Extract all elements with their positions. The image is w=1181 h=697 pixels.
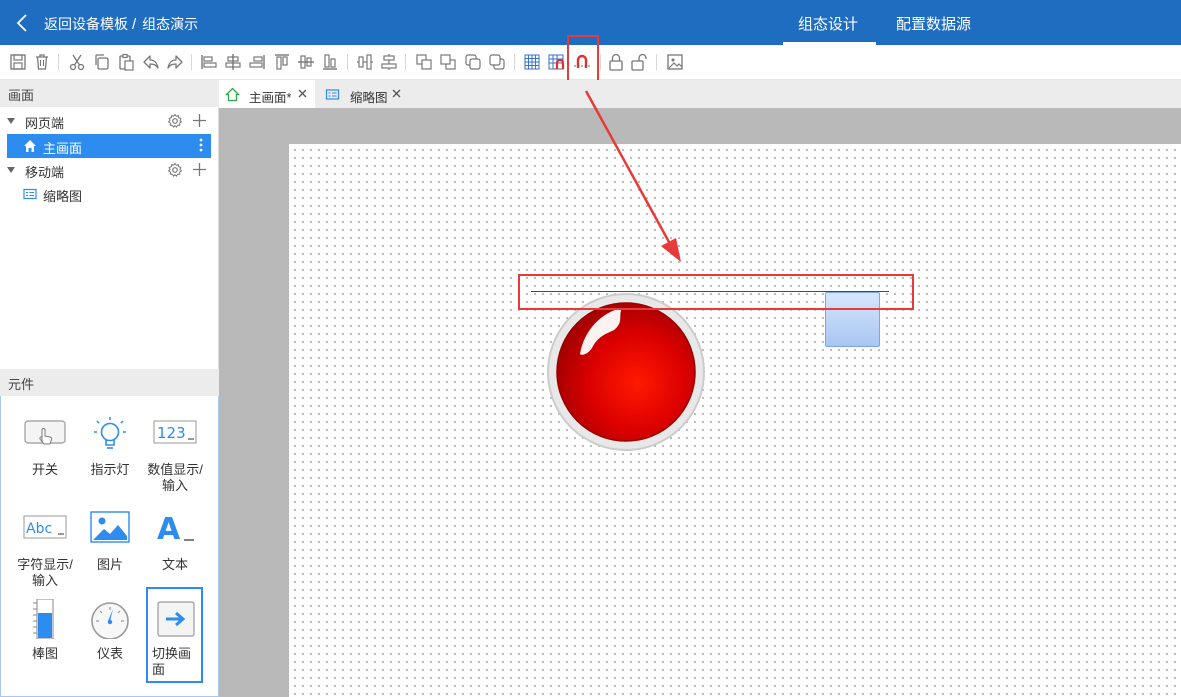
send-backward-icon[interactable] (488, 53, 506, 71)
component-label: 棒图 (31, 646, 58, 661)
paste-icon[interactable] (117, 53, 135, 71)
components-panel-title: 元件 (0, 369, 219, 396)
project-name: 组态演示 (142, 16, 199, 32)
tab-configure-datasource[interactable]: 配置数据源 (896, 13, 971, 34)
plus-icon[interactable] (192, 113, 207, 128)
component-label: 开关 (31, 462, 58, 477)
component-label: 切换画面 (152, 646, 192, 677)
svg-text:123: 123 (157, 424, 186, 442)
distribute-v-icon[interactable] (380, 53, 398, 71)
cut-icon[interactable] (68, 53, 86, 71)
align-top-icon[interactable] (273, 53, 291, 71)
tree-item-thumbnail[interactable]: 缩略图 (0, 182, 219, 206)
caret-down-icon[interactable] (7, 167, 15, 173)
bar-graph-icon (23, 599, 67, 639)
tree-group-label: 移动端 (25, 165, 65, 180)
plus-icon[interactable] (192, 162, 207, 177)
component-numeric-display[interactable]: 123 数值显示/输入 (144, 415, 206, 505)
gear-icon[interactable] (167, 162, 183, 178)
editor-tabs: 主画面* 缩略图 (219, 80, 1181, 108)
component-text-display[interactable]: Abc 字符显示/输入 (14, 510, 76, 600)
switch-screen-icon (154, 600, 198, 640)
tree-group-mobile[interactable]: 移动端 (0, 158, 219, 182)
component-picture[interactable]: 图片 (79, 510, 141, 600)
component-switch[interactable]: 开关 (14, 415, 76, 505)
align-left-icon[interactable] (200, 53, 218, 71)
save-icon[interactable] (9, 53, 27, 71)
bulb-icon (88, 415, 132, 455)
align-right-icon[interactable] (248, 53, 266, 71)
align-bottom-icon[interactable] (321, 53, 339, 71)
component-label: 仪表 (96, 646, 123, 661)
toolbar (0, 45, 1181, 80)
tree-item-label: 主画面 (43, 141, 83, 156)
text-icon: A (153, 510, 197, 550)
breadcrumb: 返回设备模板 / 组态演示 (44, 14, 198, 34)
tree-group-web[interactable]: 网页端 (0, 109, 219, 133)
send-back-icon[interactable] (439, 53, 457, 71)
component-label: 数值显示/输入 (147, 462, 203, 493)
gauge-icon (88, 599, 132, 639)
lock-icon[interactable] (607, 53, 625, 71)
snap-guide-icon[interactable] (573, 53, 591, 71)
component-gauge[interactable]: 仪表 (79, 599, 141, 689)
editor-tab-label: 缩略图 (350, 91, 388, 105)
picture-icon (88, 510, 132, 550)
component-label: 文本 (161, 557, 188, 572)
thumbnail-icon (23, 187, 37, 201)
breadcrumb-separator: / (132, 16, 137, 33)
back-chevron-icon[interactable] (14, 13, 32, 33)
tree-group-label: 网页端 (25, 116, 65, 131)
distribute-h-icon[interactable] (356, 53, 374, 71)
component-label: 字符显示/输入 (17, 557, 73, 588)
editor-tab-main-screen[interactable]: 主画面* (219, 80, 315, 108)
image-icon[interactable] (666, 53, 684, 71)
editor-tab-label: 主画面* (249, 91, 292, 105)
tab-configuration-design[interactable]: 组态设计 (798, 13, 858, 34)
align-center-h-icon[interactable] (224, 53, 242, 71)
svg-text:A: A (157, 512, 181, 547)
bring-front-icon[interactable] (415, 53, 433, 71)
close-icon[interactable] (297, 88, 308, 99)
left-panel: 画面 网页端 主画面 移动端 缩略图 元件 开关 指示灯 123 数值显示/输入… (0, 80, 219, 697)
home-icon (23, 139, 37, 153)
back-to-template-link[interactable]: 返回设备模板 (44, 16, 128, 32)
numeric-display-icon: 123 (153, 415, 197, 455)
grid-icon[interactable] (523, 53, 541, 71)
caret-down-icon[interactable] (7, 118, 15, 124)
gear-icon[interactable] (167, 113, 183, 129)
tree-item-main-screen[interactable]: 主画面 (7, 134, 211, 158)
home-icon (224, 87, 241, 102)
components-grid: 开关 指示灯 123 数值显示/输入 Abc 字符显示/输入 图片 A 文本 棒… (0, 396, 219, 697)
design-canvas[interactable] (289, 144, 1181, 697)
copy-icon[interactable] (93, 53, 111, 71)
close-icon[interactable] (391, 88, 402, 99)
component-label: 图片 (96, 557, 123, 572)
top-bar: 返回设备模板 / 组态演示 组态设计 配置数据源 (0, 0, 1181, 45)
component-bar-graph[interactable]: 棒图 (14, 599, 76, 689)
align-middle-v-icon[interactable] (297, 53, 315, 71)
undo-icon[interactable] (142, 53, 160, 71)
component-label: 指示灯 (90, 462, 130, 477)
redo-icon[interactable] (166, 53, 184, 71)
delete-icon[interactable] (33, 53, 51, 71)
thumbnail-icon (325, 87, 340, 102)
component-indicator-light[interactable]: 指示灯 (79, 415, 141, 505)
indicator-lamp-widget[interactable] (540, 292, 712, 452)
canvas-area (219, 108, 1181, 697)
switch-icon (23, 415, 67, 455)
unlock-icon[interactable] (630, 53, 648, 71)
alignment-guide-line (531, 291, 889, 292)
bring-forward-icon[interactable] (464, 53, 482, 71)
switch-screen-button-widget[interactable] (825, 292, 880, 347)
tree-item-label: 缩略图 (43, 189, 83, 204)
component-switch-screen[interactable]: 切换画面 (146, 587, 203, 683)
svg-text:Abc: Abc (26, 521, 52, 537)
more-vertical-icon[interactable] (197, 137, 205, 153)
screens-panel-title: 画面 (0, 80, 219, 107)
snap-grid-icon[interactable] (547, 53, 565, 71)
editor-tab-thumbnail[interactable]: 缩略图 (319, 80, 409, 108)
text-display-icon: Abc (23, 510, 67, 550)
